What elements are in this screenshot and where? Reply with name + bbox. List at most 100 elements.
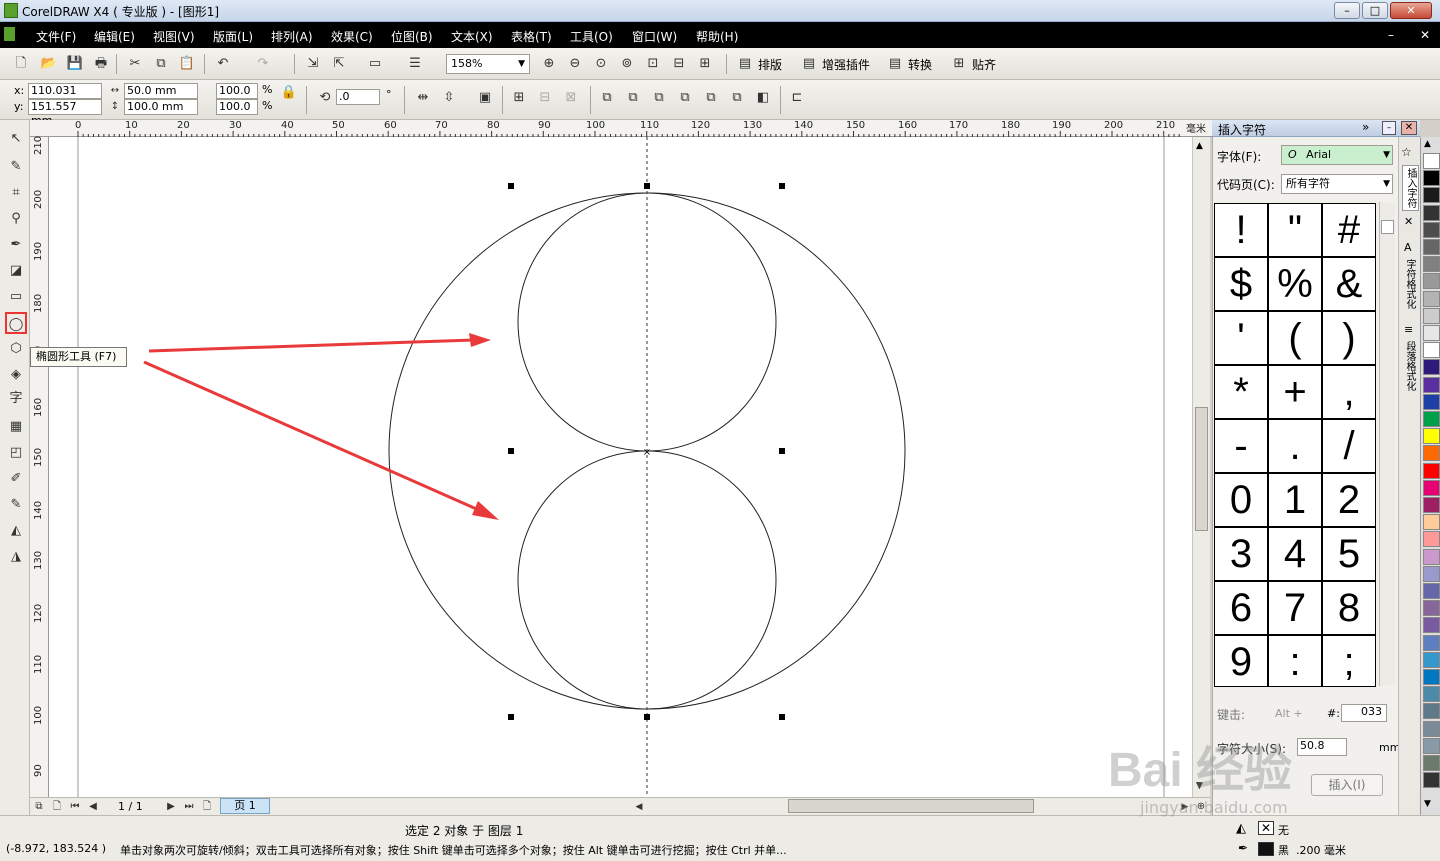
- menu-window[interactable]: 窗口(W): [632, 28, 677, 45]
- page-tab[interactable]: 页 1: [220, 798, 270, 814]
- color-swatch[interactable]: [1423, 686, 1440, 703]
- zoom-out-icon[interactable]: ⊖: [566, 55, 584, 73]
- page-settings-icon[interactable]: ⧉: [30, 798, 48, 816]
- color-swatch[interactable]: [1423, 187, 1440, 204]
- color-swatch[interactable]: [1423, 342, 1440, 359]
- import-icon[interactable]: ⇲: [304, 55, 322, 73]
- combine-icon[interactable]: ⧉: [598, 89, 616, 107]
- snap-plugin-button[interactable]: 贴齐: [972, 56, 996, 73]
- last-page-icon[interactable]: ⏭: [180, 798, 198, 816]
- vertical-ruler[interactable]: 210 200 190 180 170 160 150 140 130 120 …: [30, 136, 49, 797]
- color-swatch[interactable]: [1423, 290, 1440, 307]
- color-swatch[interactable]: [1423, 153, 1440, 169]
- expand-docker-icon[interactable]: »: [1362, 120, 1369, 134]
- font-select[interactable]: O Arial ▼: [1281, 145, 1393, 165]
- close-tab-icon[interactable]: ✕: [1404, 215, 1413, 228]
- character-scroll-thumb[interactable]: [1381, 220, 1394, 234]
- color-swatch[interactable]: [1423, 669, 1440, 685]
- character-cell[interactable]: /: [1323, 420, 1375, 474]
- character-cell[interactable]: 4: [1269, 528, 1323, 582]
- crop-tool-icon[interactable]: ⌗: [5, 182, 27, 204]
- zoom-page-icon[interactable]: ⊡: [644, 55, 662, 73]
- group-icon[interactable]: ⊞: [510, 89, 528, 107]
- color-swatch[interactable]: [1423, 514, 1440, 531]
- character-cell[interactable]: 3: [1215, 528, 1269, 582]
- menu-bitmaps[interactable]: 位图(B): [391, 28, 433, 45]
- application-launcher-icon[interactable]: ▭: [366, 55, 384, 73]
- menu-layout[interactable]: 版面(L): [213, 28, 253, 45]
- codepage-select[interactable]: 所有字符 ▼: [1281, 174, 1393, 194]
- position-x-field[interactable]: 110.031 mm: [28, 83, 102, 111]
- paste-icon[interactable]: 📋: [178, 55, 196, 73]
- character-cell[interactable]: +: [1269, 366, 1323, 420]
- menu-text[interactable]: 文本(X): [451, 28, 493, 45]
- print-icon[interactable]: 🖶: [92, 55, 110, 73]
- color-swatch[interactable]: [1423, 376, 1440, 393]
- character-cell[interactable]: (: [1269, 312, 1323, 366]
- menu-effects[interactable]: 效果(C): [331, 28, 373, 45]
- character-cell[interactable]: ': [1215, 312, 1269, 366]
- scale-y-field[interactable]: 100.0: [216, 99, 258, 115]
- character-cell[interactable]: %: [1269, 258, 1323, 312]
- vertical-scrollbar[interactable]: ▲ ▼: [1192, 137, 1210, 797]
- scroll-left-icon[interactable]: ◀: [630, 798, 648, 816]
- basic-shapes-tool-icon[interactable]: ◈: [5, 364, 27, 386]
- ungroup-icon[interactable]: ⊟: [536, 89, 554, 107]
- color-swatch[interactable]: [1423, 428, 1440, 445]
- table-tool-icon[interactable]: ▦: [5, 416, 27, 438]
- scale-x-field[interactable]: 100.0: [216, 83, 258, 99]
- zoom-selected-icon[interactable]: ⊙: [592, 55, 610, 73]
- character-cell[interactable]: 8: [1323, 582, 1375, 636]
- rectangle-tool-icon[interactable]: ▭: [5, 286, 27, 308]
- color-swatch[interactable]: [1423, 720, 1440, 737]
- vertical-scroll-thumb[interactable]: [1195, 407, 1208, 531]
- add-page-icon[interactable]: 🗋: [48, 798, 66, 816]
- horizontal-ruler[interactable]: 0 10 20 30 40 50 60 70 80 90 100 110 120…: [30, 120, 1212, 137]
- horizontal-scroll-thumb[interactable]: [788, 799, 1034, 813]
- drawing-canvas[interactable]: ×: [49, 137, 1192, 797]
- next-page-icon[interactable]: ▶: [162, 798, 180, 816]
- character-scrollbar[interactable]: [1379, 202, 1395, 686]
- maximize-button[interactable]: □: [1362, 2, 1388, 19]
- enhance-plugin-button[interactable]: 增强插件: [822, 56, 870, 73]
- character-cell[interactable]: #: [1323, 204, 1375, 258]
- color-swatch[interactable]: [1423, 411, 1440, 427]
- weld-icon[interactable]: ⧉: [624, 89, 642, 107]
- menu-edit[interactable]: 编辑(E): [94, 28, 135, 45]
- minimize-docker-icon[interactable]: –: [1382, 121, 1396, 135]
- character-cell[interactable]: ;: [1323, 636, 1375, 686]
- align-distribute-icon[interactable]: ▣: [476, 89, 494, 107]
- character-code-field[interactable]: 033: [1341, 704, 1387, 722]
- color-swatch[interactable]: [1423, 565, 1440, 582]
- ungroup-all-icon[interactable]: ⊠: [562, 89, 580, 107]
- text-tool-icon[interactable]: 字: [5, 388, 27, 410]
- color-swatch[interactable]: [1423, 583, 1440, 599]
- outline-color-swatch[interactable]: [1258, 842, 1274, 856]
- menu-tools[interactable]: 工具(O): [570, 28, 613, 45]
- convert-plugin-button[interactable]: 转换: [908, 56, 932, 73]
- redo-icon[interactable]: ↷: [254, 55, 272, 73]
- pick-tool-icon[interactable]: ↖: [5, 128, 27, 150]
- simplify-icon[interactable]: ⧉: [702, 89, 720, 107]
- minimize-button[interactable]: –: [1334, 2, 1360, 19]
- color-swatch[interactable]: [1423, 325, 1440, 341]
- doc-minimize-button[interactable]: –: [1388, 28, 1394, 42]
- zoom-level-select[interactable]: 158% ▼: [446, 54, 530, 74]
- color-swatch[interactable]: [1423, 204, 1440, 221]
- lower-circle[interactable]: [517, 450, 777, 710]
- interactive-fill-tool-icon[interactable]: ◮: [5, 546, 27, 568]
- color-swatch[interactable]: [1423, 445, 1440, 462]
- color-swatch[interactable]: [1423, 703, 1440, 720]
- color-swatch[interactable]: [1423, 359, 1440, 376]
- character-cell[interactable]: 6: [1215, 582, 1269, 636]
- new-icon[interactable]: 🗋: [12, 55, 30, 73]
- layout-plugin-button[interactable]: 排版: [758, 56, 782, 73]
- tab-character-formatting[interactable]: 字符格式化: [1402, 259, 1417, 309]
- color-swatch[interactable]: [1423, 393, 1440, 410]
- menu-arrange[interactable]: 排列(A): [271, 28, 313, 45]
- mirror-horizontal-icon[interactable]: ⇹: [414, 89, 432, 107]
- character-cell[interactable]: -: [1215, 420, 1269, 474]
- color-swatch[interactable]: [1423, 548, 1440, 565]
- color-swatch[interactable]: [1423, 755, 1440, 771]
- character-cell[interactable]: ,: [1323, 366, 1375, 420]
